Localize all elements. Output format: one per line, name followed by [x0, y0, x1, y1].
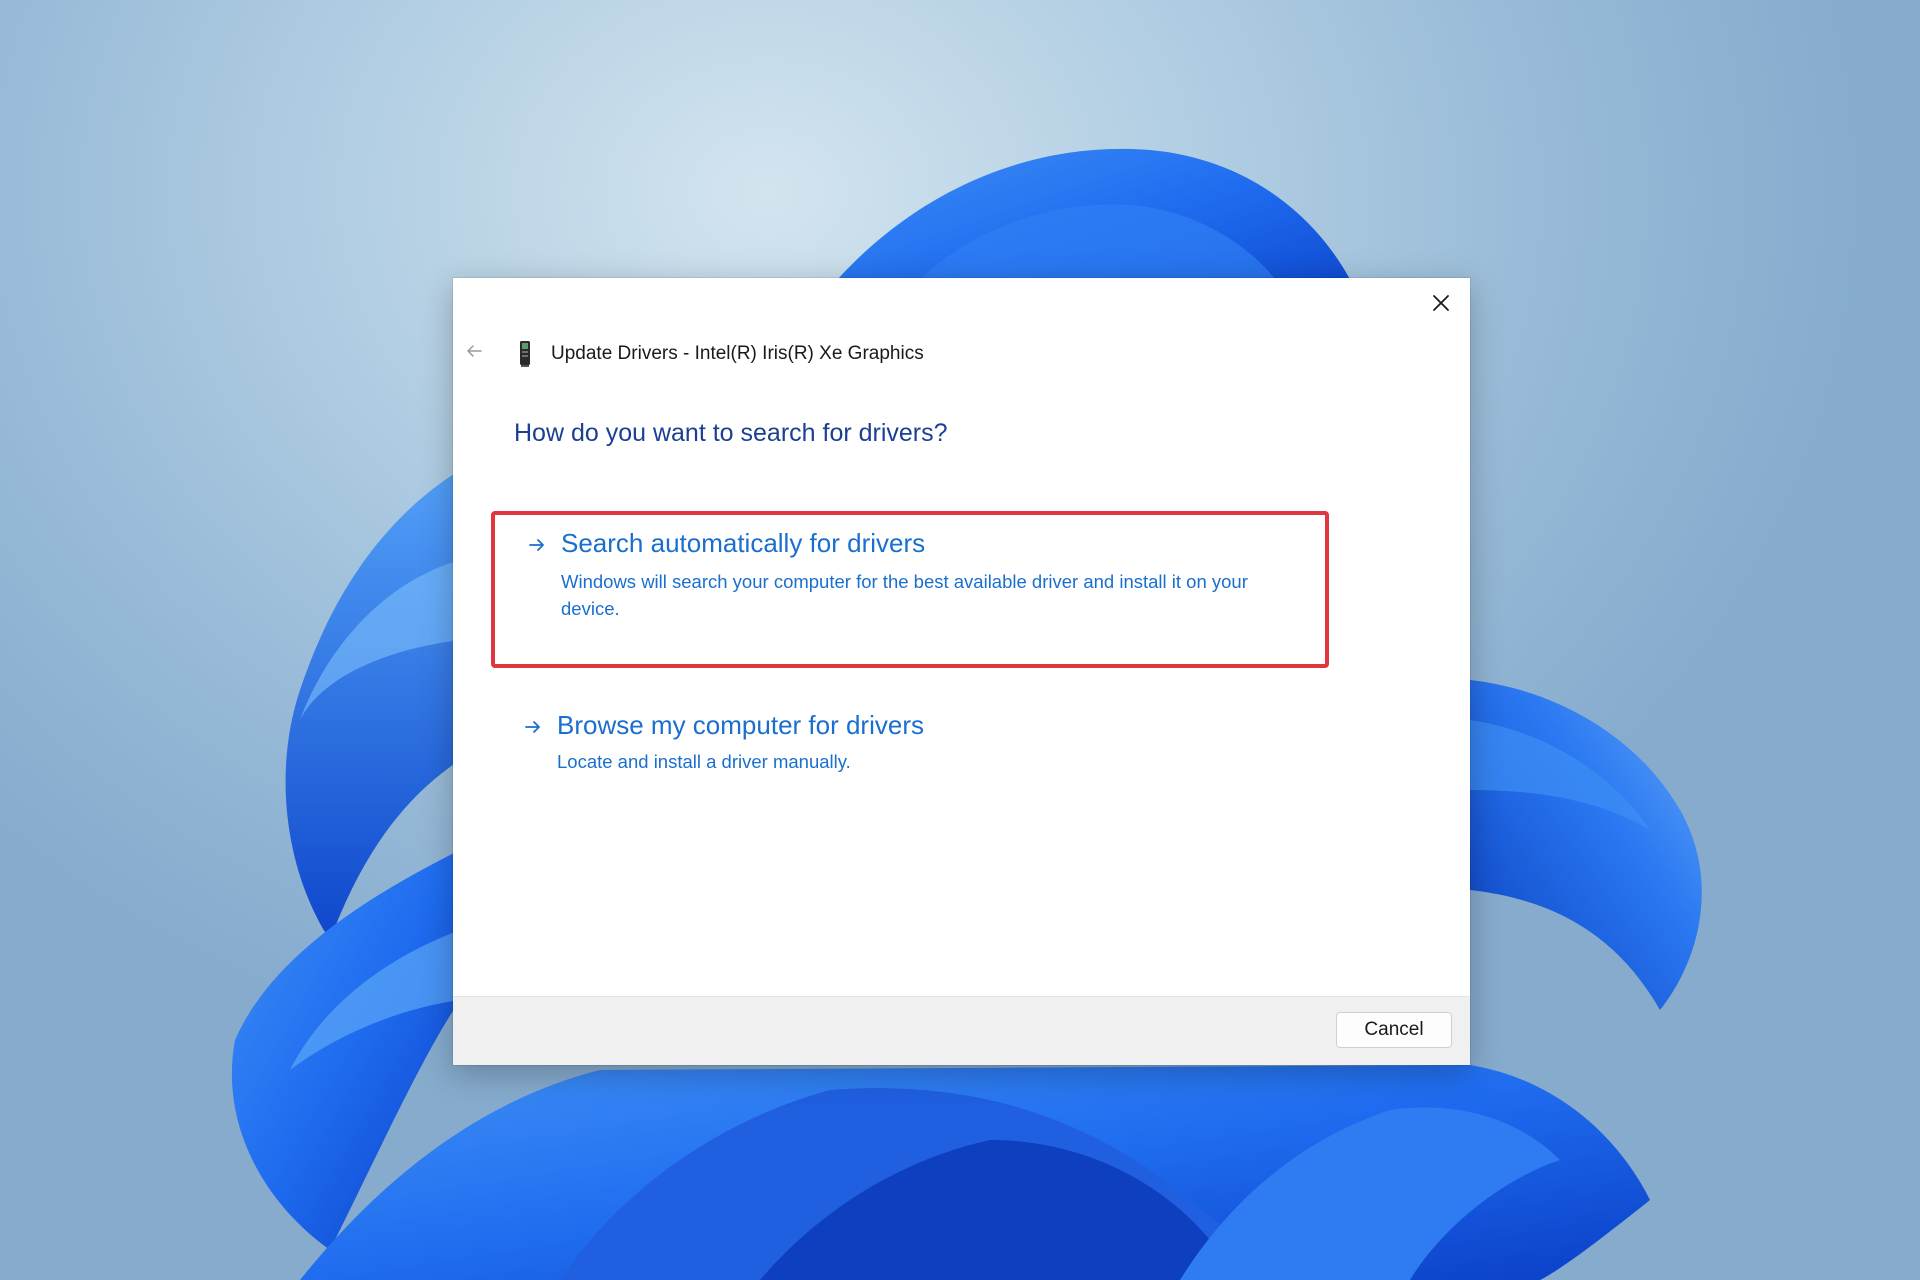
browse-computer-option[interactable]: Browse my computer for drivers Locate an…	[491, 688, 1329, 788]
option-description: Locate and install a driver manually.	[557, 751, 851, 772]
back-button[interactable]	[463, 340, 485, 362]
search-automatically-option[interactable]: Search automatically for drivers Windows…	[491, 511, 1329, 668]
dialog-heading: How do you want to search for drivers?	[514, 419, 948, 447]
arrow-right-icon	[525, 721, 540, 733]
option-description: Windows will search your computer for th…	[561, 571, 1248, 619]
dialog-title: Update Drivers - Intel(R) Iris(R) Xe Gra…	[551, 343, 924, 364]
graphics-card-icon	[520, 341, 530, 367]
update-drivers-dialog: Update Drivers - Intel(R) Iris(R) Xe Gra…	[453, 278, 1470, 1065]
option-title: Search automatically for drivers	[561, 528, 926, 558]
option-title: Browse my computer for drivers	[557, 710, 924, 740]
close-icon	[1433, 295, 1449, 311]
dialog-title-row: Update Drivers - Intel(R) Iris(R) Xe Gra…	[515, 340, 924, 368]
back-arrow-icon	[467, 345, 482, 357]
arrow-right-icon	[529, 539, 544, 551]
cancel-button[interactable]: Cancel	[1336, 1012, 1452, 1048]
dialog-footer: Cancel	[453, 996, 1470, 1065]
close-button[interactable]	[1424, 286, 1458, 320]
